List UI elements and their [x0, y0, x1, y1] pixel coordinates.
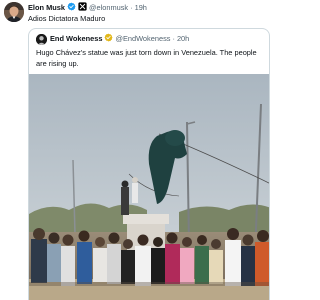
- avatar-image: [4, 2, 24, 22]
- avatar[interactable]: [4, 2, 24, 22]
- quoted-avatar[interactable]: [36, 33, 47, 45]
- quoted-author-handle[interactable]: @EndWokeness: [115, 33, 170, 45]
- quoted-author-name[interactable]: End Wokeness: [50, 33, 102, 45]
- quoted-tweet-time[interactable]: 20h: [177, 33, 189, 45]
- tweet[interactable]: Elon Musk @elonmusk · 19h Adios Dictator…: [0, 0, 272, 300]
- quoted-tweet-header: End Wokeness @EndWokeness · 20h: [36, 33, 189, 45]
- quoted-tweet-text: Hugo Chávez's statue was just torn down …: [36, 48, 257, 68]
- tweet-time[interactable]: 19h: [135, 2, 147, 14]
- separator-dot: ·: [130, 3, 133, 12]
- verified-badge-icon: [104, 33, 113, 46]
- tweet-text: Adios Dictatora Maduro: [28, 14, 106, 23]
- quoted-avatar-image: [36, 33, 47, 45]
- quoted-separator-dot: ·: [172, 34, 175, 43]
- quoted-media-image[interactable]: [29, 74, 269, 300]
- quoted-tweet[interactable]: End Wokeness @EndWokeness · 20h Hugo Chá…: [28, 28, 270, 300]
